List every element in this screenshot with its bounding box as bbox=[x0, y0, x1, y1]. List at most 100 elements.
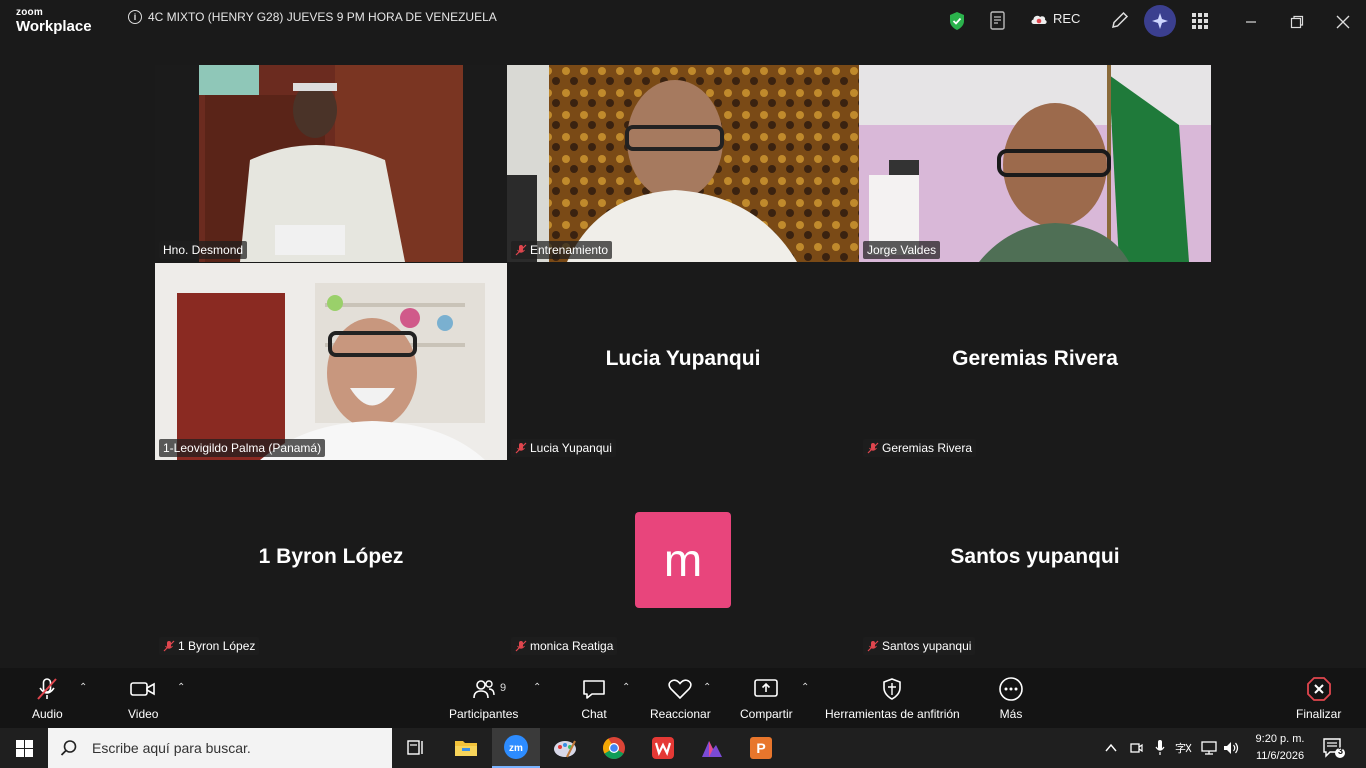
end-meeting-button[interactable]: Finalizar bbox=[1296, 676, 1341, 721]
more-button[interactable]: Más bbox=[998, 676, 1024, 721]
search-placeholder: Escribe aquí para buscar. bbox=[92, 740, 251, 756]
notifications-button[interactable]: 3 bbox=[1322, 737, 1346, 764]
zoom-app[interactable]: zm bbox=[492, 728, 540, 768]
chat-bubble-icon bbox=[583, 680, 605, 699]
participant-name-tag: 1 Byron López bbox=[159, 637, 260, 655]
record-button[interactable]: REC bbox=[1030, 11, 1080, 26]
paint-palette-icon bbox=[554, 740, 576, 758]
meeting-info[interactable]: i 4C MIXTO (HENRY G28) JUEVES 9 PM HORA … bbox=[128, 10, 497, 24]
start-button[interactable] bbox=[0, 728, 48, 768]
chat-button[interactable]: Chat bbox=[581, 676, 607, 721]
end-meeting-icon bbox=[1306, 677, 1331, 701]
network-icon[interactable] bbox=[1200, 740, 1218, 756]
participant-display-name: Lucia Yupanqui bbox=[605, 347, 761, 370]
ai-companion-icon[interactable] bbox=[1144, 5, 1176, 37]
svg-text:P: P bbox=[756, 740, 765, 756]
search-icon bbox=[60, 740, 77, 756]
show-hidden-icons-chevron-icon[interactable] bbox=[1104, 742, 1118, 754]
participant-display-name: 1 Byron López bbox=[258, 545, 404, 568]
participant-tile[interactable]: Lucia Yupanqui Lucia Yupanqui bbox=[507, 263, 859, 460]
participant-tile[interactable]: Hno. Desmond bbox=[155, 65, 507, 262]
video-label: Video bbox=[128, 707, 159, 721]
participant-name-tag: Jorge Valdes bbox=[863, 241, 941, 259]
avatar-letter: m bbox=[663, 534, 703, 586]
meeting-title: 4C MIXTO (HENRY G28) JUEVES 9 PM HORA DE… bbox=[148, 10, 497, 24]
apps-grid-icon[interactable] bbox=[1191, 12, 1209, 30]
participant-tile[interactable]: Santos yupanqui Santos yupanqui bbox=[859, 461, 1211, 658]
audio-button[interactable]: Audio bbox=[32, 676, 63, 721]
host-tools-label: Herramientas de anfitrión bbox=[825, 707, 960, 721]
paint-app[interactable] bbox=[541, 728, 589, 768]
muted-mic-icon bbox=[515, 244, 527, 256]
chat-label: Chat bbox=[581, 707, 607, 721]
participant-video bbox=[155, 65, 507, 262]
muted-mic-icon bbox=[163, 640, 175, 652]
react-options-caret-icon[interactable]: ⌃ bbox=[703, 682, 715, 694]
volume-icon[interactable] bbox=[1222, 740, 1240, 756]
cloud-record-icon bbox=[1031, 15, 1047, 24]
info-icon[interactable]: i bbox=[128, 10, 142, 24]
meeting-toolbar: Audio ⌃ Video ⌃ Participantes 9 ⌃ Chat ⌃… bbox=[0, 668, 1366, 728]
more-label: Más bbox=[999, 707, 1023, 721]
wps-office-app[interactable] bbox=[639, 728, 687, 768]
task-view-icon bbox=[407, 740, 423, 755]
powerpoint-icon: P bbox=[750, 737, 772, 759]
affinity-icon bbox=[702, 741, 722, 757]
share-screen-icon bbox=[754, 679, 779, 697]
system-clock[interactable]: 9:20 p. m. 11/6/2026 bbox=[1244, 731, 1316, 765]
powerpoint-app[interactable]: P bbox=[737, 728, 785, 768]
participant-tile-active-speaker[interactable]: Jorge Valdes bbox=[859, 65, 1211, 262]
encryption-shield-icon[interactable] bbox=[948, 11, 966, 31]
chrome-app[interactable] bbox=[590, 728, 638, 768]
affinity-app[interactable] bbox=[688, 728, 736, 768]
camera-in-use-icon[interactable] bbox=[1129, 740, 1143, 756]
video-button[interactable]: Video bbox=[128, 676, 158, 721]
rec-label: REC bbox=[1053, 11, 1081, 26]
logo-zoom-text: zoom bbox=[16, 7, 43, 18]
share-options-caret-icon[interactable]: ⌃ bbox=[801, 682, 813, 694]
audio-options-caret-icon[interactable]: ⌃ bbox=[79, 682, 91, 694]
participant-display-name: Santos yupanqui bbox=[950, 545, 1120, 568]
input-language-icon[interactable]: 字 bbox=[1175, 740, 1193, 756]
participant-tile[interactable]: m monica Reatiga bbox=[507, 461, 859, 658]
participant-tile[interactable]: Geremias Rivera Geremias Rivera bbox=[859, 263, 1211, 460]
participants-button[interactable]: Participantes bbox=[449, 676, 518, 721]
task-view-button[interactable] bbox=[392, 728, 440, 768]
audio-label: Audio bbox=[32, 707, 63, 721]
close-button[interactable] bbox=[1333, 12, 1353, 32]
zoom-app-icon: zm bbox=[504, 735, 528, 759]
participant-video bbox=[155, 263, 507, 460]
microphone-in-use-icon[interactable] bbox=[1154, 739, 1166, 757]
participant-name: Entrenamiento bbox=[530, 243, 609, 257]
share-label: Compartir bbox=[740, 707, 793, 721]
minimize-button[interactable] bbox=[1241, 12, 1261, 32]
video-options-caret-icon[interactable]: ⌃ bbox=[177, 682, 189, 694]
participant-name-tag: 1-Leovigildo Palma (Panamá) bbox=[159, 439, 326, 457]
svg-text:zm: zm bbox=[509, 743, 523, 754]
participant-name: Jorge Valdes bbox=[867, 243, 937, 257]
chat-options-caret-icon[interactable]: ⌃ bbox=[622, 682, 634, 694]
participants-label: Participantes bbox=[449, 707, 519, 721]
muted-mic-icon bbox=[867, 640, 879, 652]
windows-taskbar: Escribe aquí para buscar. zm P 字 9:20 p.… bbox=[0, 728, 1366, 768]
react-label: Reaccionar bbox=[650, 707, 711, 721]
share-button[interactable]: Compartir bbox=[740, 676, 793, 721]
react-button[interactable]: Reaccionar bbox=[650, 676, 711, 721]
taskbar-search-box[interactable]: Escribe aquí para buscar. bbox=[48, 728, 392, 768]
annotate-pencil-icon[interactable] bbox=[1110, 10, 1130, 30]
clock-date: 11/6/2026 bbox=[1255, 750, 1305, 762]
participant-name: Geremias Rivera bbox=[882, 441, 973, 455]
restore-button[interactable] bbox=[1287, 12, 1307, 32]
participants-options-caret-icon[interactable]: ⌃ bbox=[533, 682, 545, 694]
participant-tile[interactable]: 1-Leovigildo Palma (Panamá) bbox=[155, 263, 507, 460]
file-explorer-app[interactable] bbox=[442, 728, 490, 768]
host-tools-button[interactable]: Herramientas de anfitrión bbox=[825, 676, 960, 721]
participant-name-tag: Geremias Rivera bbox=[863, 439, 977, 457]
participant-tile[interactable]: 1 Byron López 1 Byron López bbox=[155, 461, 507, 658]
muted-microphone-icon bbox=[37, 678, 58, 700]
windows-logo-icon bbox=[15, 739, 33, 757]
participant-video bbox=[859, 65, 1211, 262]
zoom-logo: zoom Workplace bbox=[16, 7, 92, 35]
document-icon[interactable] bbox=[988, 10, 1008, 32]
participant-tile[interactable]: Entrenamiento bbox=[507, 65, 859, 262]
